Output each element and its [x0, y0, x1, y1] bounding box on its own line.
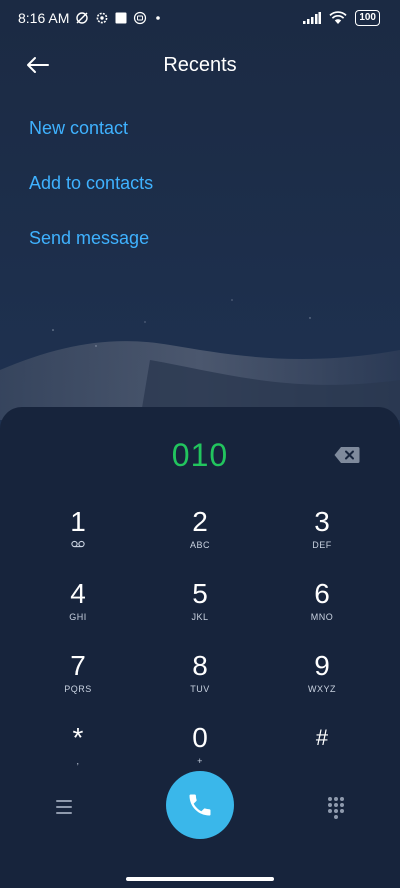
key-letters: TUV — [190, 684, 210, 694]
key-sub — [28, 539, 128, 551]
mi-icon — [134, 11, 147, 25]
key-5[interactable]: 5 JKL — [150, 577, 250, 637]
voicemail-icon — [71, 540, 85, 548]
key-4[interactable]: 4 GHI — [28, 577, 128, 637]
key-letters: JKL — [191, 612, 209, 622]
battery-indicator: 100 — [355, 10, 380, 26]
add-to-contacts-option[interactable]: Add to contacts — [29, 173, 153, 194]
status-time: 8:16 AM — [18, 10, 70, 26]
menu-icon[interactable] — [54, 797, 74, 817]
new-contact-option[interactable]: New contact — [29, 118, 128, 139]
header: Recents — [0, 48, 400, 82]
dialpad-icon[interactable] — [326, 795, 346, 819]
key-letters: PQRS — [64, 684, 92, 694]
dialer-bottom-row — [0, 769, 400, 849]
key-letters: GHI — [69, 612, 87, 622]
key-letters: ABC — [189, 540, 210, 550]
status-left: 8:16 AM — [18, 10, 163, 26]
key-digit: 7 — [70, 650, 86, 681]
page-title: Recents — [163, 54, 237, 76]
status-right: 100 — [303, 10, 380, 26]
key-2[interactable]: 2 ABC — [150, 505, 250, 565]
status-bar: 8:16 AM 100 — [0, 0, 400, 38]
key-digit: 8 — [192, 650, 208, 681]
key-digit: 1 — [70, 506, 86, 537]
key-digit: 5 — [192, 578, 208, 609]
key-digit: 9 — [314, 650, 330, 681]
dialer-sheet: 010 1 2 ABC 3 DEF 4 GHI 5 JKL 6 MNO 7 PQ… — [0, 407, 400, 888]
key-digit: 2 — [192, 506, 208, 537]
backspace-icon[interactable] — [334, 446, 360, 464]
key-digit: 4 — [70, 578, 86, 609]
key-6[interactable]: 6 MNO — [272, 577, 372, 637]
signal-icon — [303, 12, 322, 24]
send-message-option[interactable]: Send message — [29, 228, 149, 249]
call-button[interactable] — [166, 771, 234, 839]
key-1[interactable]: 1 — [28, 505, 128, 565]
settings-icon — [96, 12, 108, 24]
square-icon — [115, 12, 127, 24]
key-letters: WXYZ — [308, 684, 336, 694]
key-letters: + — [197, 756, 203, 766]
alarm-off-icon — [76, 12, 89, 24]
key-9[interactable]: 9 WXYZ — [272, 649, 372, 709]
key-letters: , — [76, 756, 80, 766]
key-letters: MNO — [310, 612, 334, 622]
key-digit: * — [72, 722, 84, 753]
key-3[interactable]: 3 DEF — [272, 505, 372, 565]
key-digit: 0 — [192, 722, 208, 753]
key-letters: DEF — [312, 540, 332, 550]
phone-icon — [189, 794, 211, 816]
key-8[interactable]: 8 TUV — [150, 649, 250, 709]
key-digit: 6 — [314, 578, 330, 609]
key-7[interactable]: 7 PQRS — [28, 649, 128, 709]
dot-icon — [156, 16, 161, 20]
key-digit: # — [315, 725, 329, 750]
wifi-icon — [329, 11, 347, 24]
key-digit: 3 — [314, 506, 330, 537]
home-indicator[interactable] — [126, 877, 274, 881]
